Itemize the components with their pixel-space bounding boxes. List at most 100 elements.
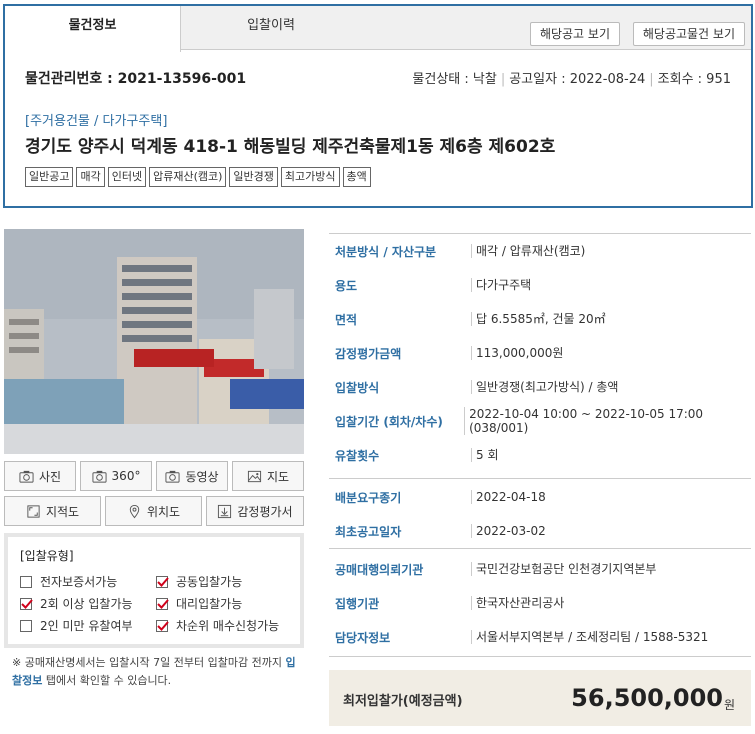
info-value: 매각 / 압류재산(캠코) <box>471 244 585 258</box>
info-key: 용도 <box>335 278 358 293</box>
bid-option-label: 대리입찰가능 <box>176 597 243 611</box>
view360-label: 360° <box>111 469 141 483</box>
bid-option-label: 2인 미만 유찰여부 <box>40 619 133 633</box>
bid-option-label: 2회 이상 입찰가능 <box>40 597 133 611</box>
tab-item-info[interactable]: 물건정보 <box>5 6 181 52</box>
bid-option-e-guarantee: 전자보증서가능 <box>20 573 117 590</box>
info-key: 처분방식 / 자산구분 <box>335 244 437 259</box>
info-key: 입찰기간 (회차/차수) <box>335 414 443 429</box>
minimum-bid-price-box: 최저입찰가(예정금액) 56,500,000 원 <box>329 670 751 726</box>
info-row: 집행기관 한국자산관리공사 <box>329 594 751 612</box>
checkbox-unchecked <box>20 575 32 588</box>
info-key: 감정평가금액 <box>335 346 402 361</box>
divider <box>329 548 751 549</box>
view-notice-items-button[interactable]: 해당공고물건 보기 <box>632 22 745 46</box>
building-photo-illustration <box>4 229 304 454</box>
divider <box>329 656 751 657</box>
info-value: 2022-04-18 <box>471 490 546 504</box>
info-row: 입찰기간 (회차/차수) 2022-10-04 10:00 ~ 2022-10-0… <box>329 407 751 435</box>
info-row: 배분요구종기 2022-04-18 <box>329 488 751 506</box>
tab-bar: 물건정보 입찰이력 해당공고 보기 해당공고물건 보기 <box>5 6 751 52</box>
page-title: 경기도 양주시 덕계동 418-1 해동빌딩 제주건축물제1동 제6층 제602… <box>25 137 556 157</box>
view-count: 조회수 : 951 <box>657 72 731 87</box>
info-row: 용도 다가구주택 <box>329 276 751 294</box>
note-text-pre: ※ 공매재산명세서는 입찰시작 7일 전부터 입찰마감 전까지 <box>12 656 286 669</box>
info-key: 담당자정보 <box>335 630 391 645</box>
info-value: 113,000,000원 <box>471 346 563 360</box>
divider <box>329 478 751 479</box>
badge: 일반경쟁 <box>229 167 278 187</box>
tab-bid-history[interactable]: 입찰이력 <box>181 6 361 50</box>
info-value: 서울서부지역본부 / 조세정리팀 / 1588-5321 <box>471 630 708 644</box>
badge: 매각 <box>76 167 105 187</box>
info-row: 입찰방식 일반경쟁(최고가방식) / 총액 <box>329 378 751 396</box>
currency-unit: 원 <box>723 698 735 712</box>
checkbox-unchecked <box>20 619 32 632</box>
info-row: 공매대행의뢰기관 국민건강보험공단 인천경기지역본부 <box>329 560 751 578</box>
checkbox-checked <box>156 575 169 588</box>
note-text-post: 탭에서 확인할 수 있습니다. <box>42 674 172 687</box>
location-map-button[interactable]: 위치도 <box>105 496 202 526</box>
info-value: 5 회 <box>471 448 499 462</box>
photo-button[interactable]: 사진 <box>4 461 76 491</box>
view360-button[interactable]: 360° <box>80 461 152 491</box>
property-photo[interactable] <box>4 229 304 454</box>
minimum-bid-amount: 56,500,000 <box>571 684 723 712</box>
info-key: 배분요구종기 <box>335 490 402 505</box>
video-label: 동영상 <box>185 469 219 484</box>
badge: 총액 <box>342 167 371 187</box>
info-key: 최초공고일자 <box>335 524 402 539</box>
map-pin-icon <box>129 504 140 518</box>
appraisal-download-button[interactable]: 감정평가서 <box>206 496 304 526</box>
info-key: 공매대행의뢰기관 <box>335 562 424 577</box>
info-row: 처분방식 / 자산구분 매각 / 압류재산(캠코) <box>329 242 751 260</box>
info-row: 유찰횟수 5 회 <box>329 446 751 464</box>
image-icon <box>247 470 262 482</box>
expand-icon <box>27 504 40 518</box>
bid-option-second-buyer: 차순위 매수신청가능 <box>156 617 279 634</box>
bid-type-panel: [입찰유형] 전자보증서가능 공동입찰가능 2회 이상 입찰가능 대리입찰가능 … <box>4 533 304 648</box>
checkbox-checked <box>156 619 169 632</box>
map-button[interactable]: 지도 <box>232 461 304 491</box>
badge: 인터넷 <box>107 167 147 187</box>
checkmark-icon <box>157 620 169 631</box>
view-notice-button[interactable]: 해당공고 보기 <box>529 22 620 46</box>
management-number: 물건관리번호 : 2021-13596-001 <box>25 71 247 87</box>
bid-option-joint: 공동입찰가능 <box>156 573 242 590</box>
badge: 최고가방식 <box>280 167 340 187</box>
status-line: 물건상태 : 낙찰 | 공고일자 : 2022-08-24 | 조회수 : 951 <box>412 72 731 87</box>
cadastral-map-button[interactable]: 지적도 <box>4 496 101 526</box>
badge: 일반공고 <box>25 167 74 187</box>
video-camera-icon <box>165 470 180 483</box>
info-key: 집행기관 <box>335 596 380 611</box>
bid-option-label: 공동입찰가능 <box>176 575 243 589</box>
bid-option-under-two: 2인 미만 유찰여부 <box>20 617 133 634</box>
checkbox-checked <box>20 597 33 610</box>
info-key: 면적 <box>335 312 358 327</box>
info-key: 유찰횟수 <box>335 448 380 463</box>
info-value: 2022-10-04 10:00 ~ 2022-10-05 17:00 (038… <box>464 407 751 435</box>
camera-360-icon <box>92 470 107 483</box>
bid-option-multiple: 2회 이상 입찰가능 <box>20 595 133 612</box>
bid-option-proxy: 대리입찰가능 <box>156 595 242 612</box>
minimum-bid-label: 최저입찰가(예정금액) <box>343 694 463 709</box>
badge-list: 일반공고 매각 인터넷 압류재산(캠코) 일반경쟁 최고가방식 총액 <box>25 167 371 187</box>
badge: 압류재산(캠코) <box>149 167 227 187</box>
info-value: 한국자산관리공사 <box>471 596 564 610</box>
info-row: 감정평가금액 113,000,000원 <box>329 344 751 362</box>
map-label: 지도 <box>266 469 290 484</box>
info-value: 일반경쟁(최고가방식) / 총액 <box>471 380 618 394</box>
info-value: 국민건강보험공단 인천경기지역본부 <box>471 562 656 576</box>
info-row: 담당자정보 서울서부지역본부 / 조세정리팀 / 1588-5321 <box>329 628 751 646</box>
bid-option-label: 전자보증서가능 <box>40 575 118 589</box>
appraisal-label: 감정평가서 <box>237 504 293 519</box>
info-key: 입찰방식 <box>335 380 380 395</box>
divider <box>329 233 751 234</box>
bid-option-label: 차순위 매수신청가능 <box>176 619 280 633</box>
checkbox-checked <box>156 597 169 610</box>
video-button[interactable]: 동영상 <box>156 461 228 491</box>
camera-icon <box>19 470 34 483</box>
category-path: [주거용건물 / 다가구주택] <box>25 114 168 129</box>
bid-type-header: [입찰유형] <box>20 549 74 563</box>
notice-date: 공고일자 : 2022-08-24 <box>509 72 646 87</box>
